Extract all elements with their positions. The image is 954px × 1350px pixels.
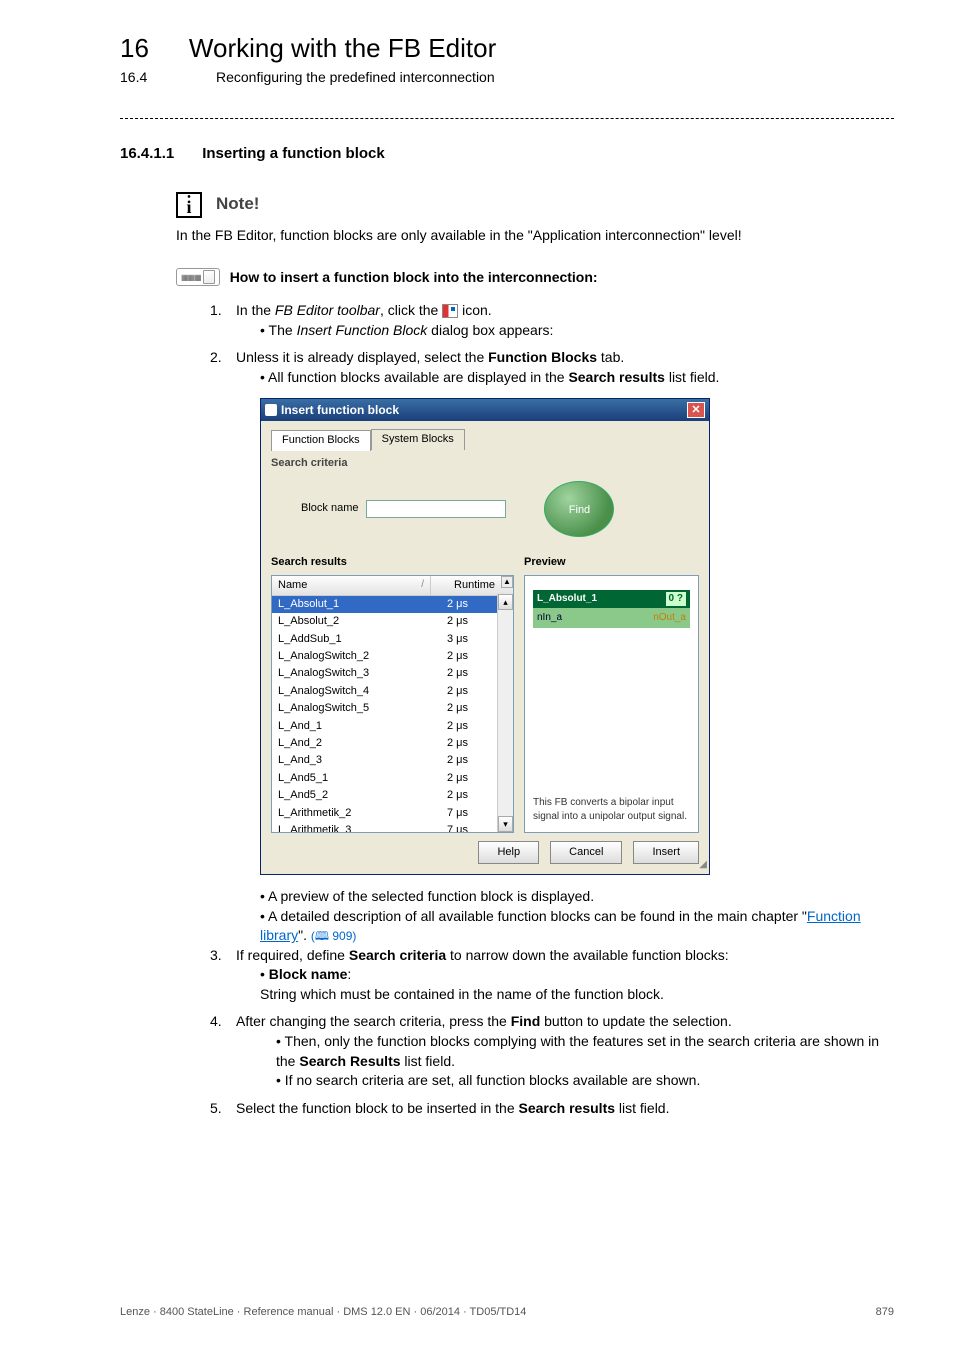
fb-preview-symbol: L_Absolut_10 ? nIn_anOut_a: [533, 590, 690, 628]
table-row[interactable]: L_AnalogSwitch_32 μs: [272, 665, 513, 682]
col-runtime[interactable]: Runtime: [454, 578, 495, 593]
howto-heading: How to insert a function block into the …: [230, 268, 598, 288]
post-image-bullet-1: A preview of the selected function block…: [260, 887, 894, 907]
footer-left: Lenze · 8400 StateLine · Reference manua…: [120, 1305, 526, 1320]
insert-fb-icon: [442, 304, 458, 318]
subsection-number: 16.4.1.1: [120, 143, 174, 164]
section-number: 16.4: [120, 68, 176, 88]
sort-asc-icon[interactable]: ▲: [501, 576, 513, 588]
table-row[interactable]: L_And_12 μs: [272, 718, 513, 735]
step-4-sub-1: Then, only the function blocks complying…: [276, 1032, 894, 1071]
step-4-sub-2: If no search criteria are set, all funct…: [276, 1071, 894, 1091]
table-row[interactable]: L_And5_12 μs: [272, 770, 513, 787]
section-title: Reconfiguring the predefined interconnec…: [216, 68, 495, 88]
note-heading: Note!: [216, 192, 259, 216]
table-row[interactable]: L_And5_22 μs: [272, 787, 513, 804]
table-row[interactable]: L_Arithmetik_37 μs: [272, 822, 513, 833]
preview-label: Preview: [524, 555, 699, 570]
divider: [120, 118, 894, 119]
table-row[interactable]: L_AnalogSwitch_52 μs: [272, 700, 513, 717]
step-2-sub: All function blocks available are displa…: [260, 368, 894, 388]
table-row[interactable]: L_Arithmetik_27 μs: [272, 805, 513, 822]
dialog-app-icon: [265, 404, 277, 416]
step-4: After changing the search criteria, pres…: [210, 1012, 894, 1090]
preview-description: This FB converts a bipolar input signal …: [533, 796, 690, 824]
dialog-title: Insert function block: [281, 402, 399, 419]
close-icon[interactable]: ✕: [687, 402, 705, 418]
chapter-title: Working with the FB Editor: [189, 30, 496, 66]
table-row[interactable]: L_AnalogSwitch_22 μs: [272, 648, 513, 665]
insert-button[interactable]: Insert: [633, 841, 699, 864]
search-results-label: Search results: [271, 555, 514, 570]
page-ref: (🕮 909): [311, 929, 357, 943]
chapter-number: 16: [120, 30, 149, 66]
step-3: If required, define Search criteria to n…: [210, 946, 894, 1005]
tab-system-blocks[interactable]: System Blocks: [371, 429, 465, 449]
step-5: Select the function block to be inserted…: [210, 1099, 894, 1119]
table-row[interactable]: L_Absolut_22 μs: [272, 613, 513, 630]
table-row[interactable]: L_And_32 μs: [272, 752, 513, 769]
preview-panel: L_Absolut_10 ? nIn_anOut_a This FB conve…: [524, 575, 699, 833]
cancel-button[interactable]: Cancel: [550, 841, 622, 864]
note-body: In the FB Editor, function blocks are on…: [176, 226, 894, 246]
info-icon: i: [176, 192, 202, 218]
keyboard-icon: ▦▦▦: [176, 268, 220, 286]
subsection-title: Inserting a function block: [202, 143, 385, 164]
scroll-down-icon[interactable]: ▾: [498, 816, 513, 832]
help-button[interactable]: Help: [478, 841, 539, 864]
block-name-label: Block name: [301, 501, 358, 516]
block-name-input[interactable]: [366, 500, 506, 518]
resize-grip-icon[interactable]: ◢: [699, 858, 707, 872]
table-row[interactable]: L_Absolut_12 μs: [272, 596, 513, 613]
search-criteria-label: Search criteria: [271, 456, 699, 471]
step-3-sub: Block name: String which must be contain…: [260, 965, 894, 1004]
insert-function-block-dialog: Insert function block ✕ Function BlocksS…: [260, 398, 710, 875]
scroll-up-icon[interactable]: ▴: [498, 594, 513, 610]
tab-function-blocks[interactable]: Function Blocks: [271, 430, 371, 450]
page-number: 879: [876, 1305, 894, 1320]
step-1: In the FB Editor toolbar, click the icon…: [210, 301, 894, 340]
table-row[interactable]: L_And_22 μs: [272, 735, 513, 752]
post-image-bullet-2: A detailed description of all available …: [260, 907, 894, 946]
table-row[interactable]: L_AnalogSwitch_42 μs: [272, 683, 513, 700]
table-row[interactable]: L_AddSub_13 μs: [272, 631, 513, 648]
step-1-sub: The Insert Function Block dialog box app…: [260, 321, 894, 341]
col-name[interactable]: Name: [278, 578, 307, 593]
step-2: Unless it is already displayed, select t…: [210, 348, 894, 387]
scrollbar[interactable]: ▴ ▾: [497, 594, 513, 832]
results-list[interactable]: Name/ Runtime ▲ L_Absolut_12 μsL_Absolut…: [271, 575, 514, 833]
find-button[interactable]: Find: [544, 481, 614, 537]
